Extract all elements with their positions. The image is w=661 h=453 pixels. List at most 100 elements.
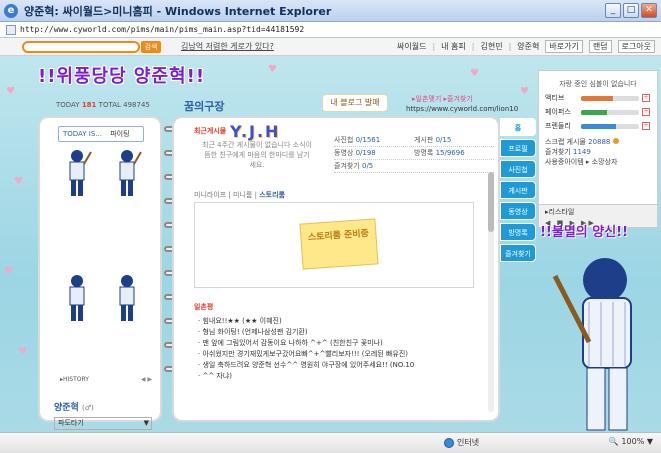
stat-video[interactable]: 동영상 0/198	[334, 148, 414, 158]
ilchon-links: ▸일촌맺기 ▸즐겨찾기	[412, 94, 473, 104]
random-button[interactable]: 랜덤	[588, 40, 612, 53]
window-controls: _ □ ✕	[605, 3, 657, 18]
history-arrows[interactable]: ◀ ▶	[141, 376, 152, 383]
search-input[interactable]	[22, 40, 140, 53]
link-friend-2[interactable]: 양준혁	[517, 41, 539, 52]
add-ilchon-link[interactable]: ▸일촌맺기	[412, 95, 441, 103]
coin-icon	[612, 138, 619, 144]
owner-logo: Y.J.H	[230, 122, 281, 141]
story-room-frame: 스토리룸 준비중	[194, 202, 474, 288]
section-title: 꿈의구장	[184, 100, 225, 113]
profile-panel: TODAY IS... 파이팅 ▸HISTORY ◀ ▶ 양준혁 (♂) 파도타…	[38, 116, 162, 430]
status-bar: 인터넷 🔍 100% ▼	[0, 432, 661, 453]
chevron-down-icon: ▼	[143, 419, 149, 427]
list-item: · ^^ 자냐)	[198, 372, 233, 380]
stat-favorites[interactable]: 즐겨찾기 0/5	[334, 161, 414, 171]
ie-logo-icon: e	[4, 3, 18, 18]
player-style[interactable]: ▸리스타일	[545, 207, 651, 217]
player-figure-icon	[69, 275, 85, 321]
list-item: · 아쉬웠지만 경기재밌게보구갔어요빠^+^빨리보자!!! (오레된 빠유진)	[198, 350, 409, 358]
maximize-button[interactable]: □	[623, 3, 639, 18]
plus-icon[interactable]: +	[642, 122, 650, 130]
address-bar[interactable]: http://www.cyworld.com/pims/main/pims_ma…	[0, 22, 661, 38]
stat-board[interactable]: 게시판 0/15	[414, 135, 494, 145]
content-stats: 사진첩 0/1561 게시판 0/15 동영상 0/198 방명록 15/969…	[334, 134, 494, 173]
stat-guestbook[interactable]: 방명록 15/9696	[414, 148, 494, 158]
meter-fill	[581, 95, 613, 101]
link-friend-1[interactable]: 김현민	[480, 41, 502, 52]
heart-icon: ♥	[14, 176, 23, 187]
heart-icon: ♥	[4, 266, 13, 277]
list-item: · 맨 앞에 그림있어서 감동이요 나하하 ^+^ (친한친구 꽃미나)	[198, 339, 383, 347]
list-item: · 생일 축하드려요 양준혁 선수^^ 영원히 야구장에 있어주세요!! (NO…	[198, 361, 415, 369]
site-url[interactable]: https://www.cyworld.com/lion10	[406, 105, 518, 113]
minimize-button[interactable]: _	[605, 3, 621, 18]
minihompy-stage: ♥ ♥ ♥ ♥ ♥ ♥ ♥ !!위풍당당 양준혁!! TODAY 181 TOT…	[0, 56, 661, 432]
security-zone: 인터넷	[444, 437, 479, 448]
meter-friendly: 프렌들리 +	[545, 122, 650, 130]
link-cyworld[interactable]: 싸이월드	[397, 41, 426, 52]
ilchon-comments-list: · 힘내요!!★★ (★★ 이혜진) · 형님 화이팅! (언제나삼성팬 김기환…	[198, 316, 478, 382]
wave-ride-value: 파도타기	[58, 419, 84, 427]
plus-icon[interactable]: +	[642, 94, 650, 102]
owner-name-text: 양준혁	[54, 403, 79, 413]
today-is-box: TODAY IS... 파이팅	[58, 126, 144, 142]
mini-room-link[interactable]: 미니룸	[233, 191, 252, 199]
plus-icon[interactable]: +	[642, 108, 650, 116]
stats-row: 동영상 0/198 방명록 15/9696	[334, 147, 494, 160]
today-count: 181	[81, 101, 97, 109]
add-favorite-link[interactable]: ▸즐겨찾기	[444, 95, 473, 103]
page-icon	[6, 24, 16, 35]
zoom-control[interactable]: 🔍 100% ▼	[609, 437, 653, 446]
scrollbar-thumb[interactable]	[488, 172, 494, 232]
used-item-link[interactable]: 사용중아이템 ▸ 소망상자	[545, 157, 651, 167]
mini-life-link[interactable]: 미니라이프	[194, 191, 226, 199]
tab-board[interactable]: 게시판	[500, 181, 536, 199]
heart-icon: ♥	[18, 346, 27, 357]
separator: |	[254, 191, 257, 199]
player-figure-icon	[119, 275, 135, 321]
list-item: · 힘내요!!★★ (★★ 이혜진)	[198, 317, 282, 325]
story-room-link[interactable]: 스토리룸	[259, 191, 285, 199]
link-my-home[interactable]: 내 홈피	[441, 41, 466, 52]
meter-fill	[581, 123, 616, 129]
stat-photos[interactable]: 사진첩 0/1561	[334, 135, 414, 145]
today-is-label: TODAY IS...	[63, 130, 102, 138]
tab-home[interactable]: 홈	[500, 118, 536, 136]
wave-ride-select[interactable]: 파도타기 ▼	[54, 417, 152, 430]
main-panel: 최근게시물 Y.J.H 최근 4주간 게시물이 없습니다 소식이 뜸한 친구에게…	[172, 116, 500, 422]
blog-tag[interactable]: 내 블로그 발매	[322, 94, 388, 112]
search-button[interactable]: 검색	[141, 40, 161, 53]
player-figure-icon	[119, 150, 142, 196]
close-button[interactable]: ✕	[641, 3, 657, 18]
mini-room-links: 미니라이프 | 미니룸 | 스토리룸	[194, 190, 285, 200]
address-url[interactable]: http://www.cyworld.com/pims/main/pims_ma…	[20, 25, 304, 34]
meter-fill	[581, 109, 608, 115]
promo-link[interactable]: 김남억 저렴한 게로가 있다?	[181, 41, 274, 52]
banner-title: !!위풍당당 양준혁!!	[38, 66, 206, 87]
site-toolbar: 검색 김남억 저렴한 게로가 있다? 싸이월드 | 내 홈피 | 김현민 | 양…	[0, 38, 661, 56]
tab-favorites[interactable]: 즐겨찾기	[500, 244, 536, 262]
logout-button[interactable]: 로그아웃	[617, 40, 655, 53]
heart-icon: ♥	[268, 64, 277, 75]
symbol-status: 자랑 중인 심볼이 없습니다	[559, 80, 637, 88]
owner-gender: (♂)	[81, 404, 94, 412]
tab-video[interactable]: 동영상	[500, 202, 536, 220]
tab-profile[interactable]: 프로필	[500, 139, 536, 157]
player-illustration	[552, 258, 632, 431]
today-label: TODAY	[56, 101, 80, 109]
banner-subtitle: !!불멸의 양신!!	[540, 225, 629, 240]
meter-active: 액티브 +	[545, 94, 650, 102]
separator: |	[432, 42, 436, 51]
top-links: 싸이월드 | 내 홈피 | 김현민 | 양준혁 바로가기 랜덤 로그아웃	[397, 40, 655, 53]
tab-guestbook[interactable]: 방명록	[500, 223, 536, 241]
mood-text: 파이팅	[110, 130, 130, 138]
total-count: 498745	[123, 101, 150, 109]
shortcut-dropdown[interactable]: 바로가기	[545, 40, 583, 53]
history-link[interactable]: ▸HISTORY	[60, 376, 89, 383]
tab-photos[interactable]: 사진첩	[500, 160, 536, 178]
recent-posts-message: 최근 4주간 게시물이 없습니다 소식이 뜸한 친구에게 마음의 한마디를 남기…	[202, 141, 312, 169]
total-label: TOTAL	[98, 101, 121, 109]
scrollbar[interactable]	[488, 172, 494, 412]
window-titlebar: e 양준혁: 싸이월드>미니홈피 - Windows Internet Expl…	[0, 0, 661, 22]
